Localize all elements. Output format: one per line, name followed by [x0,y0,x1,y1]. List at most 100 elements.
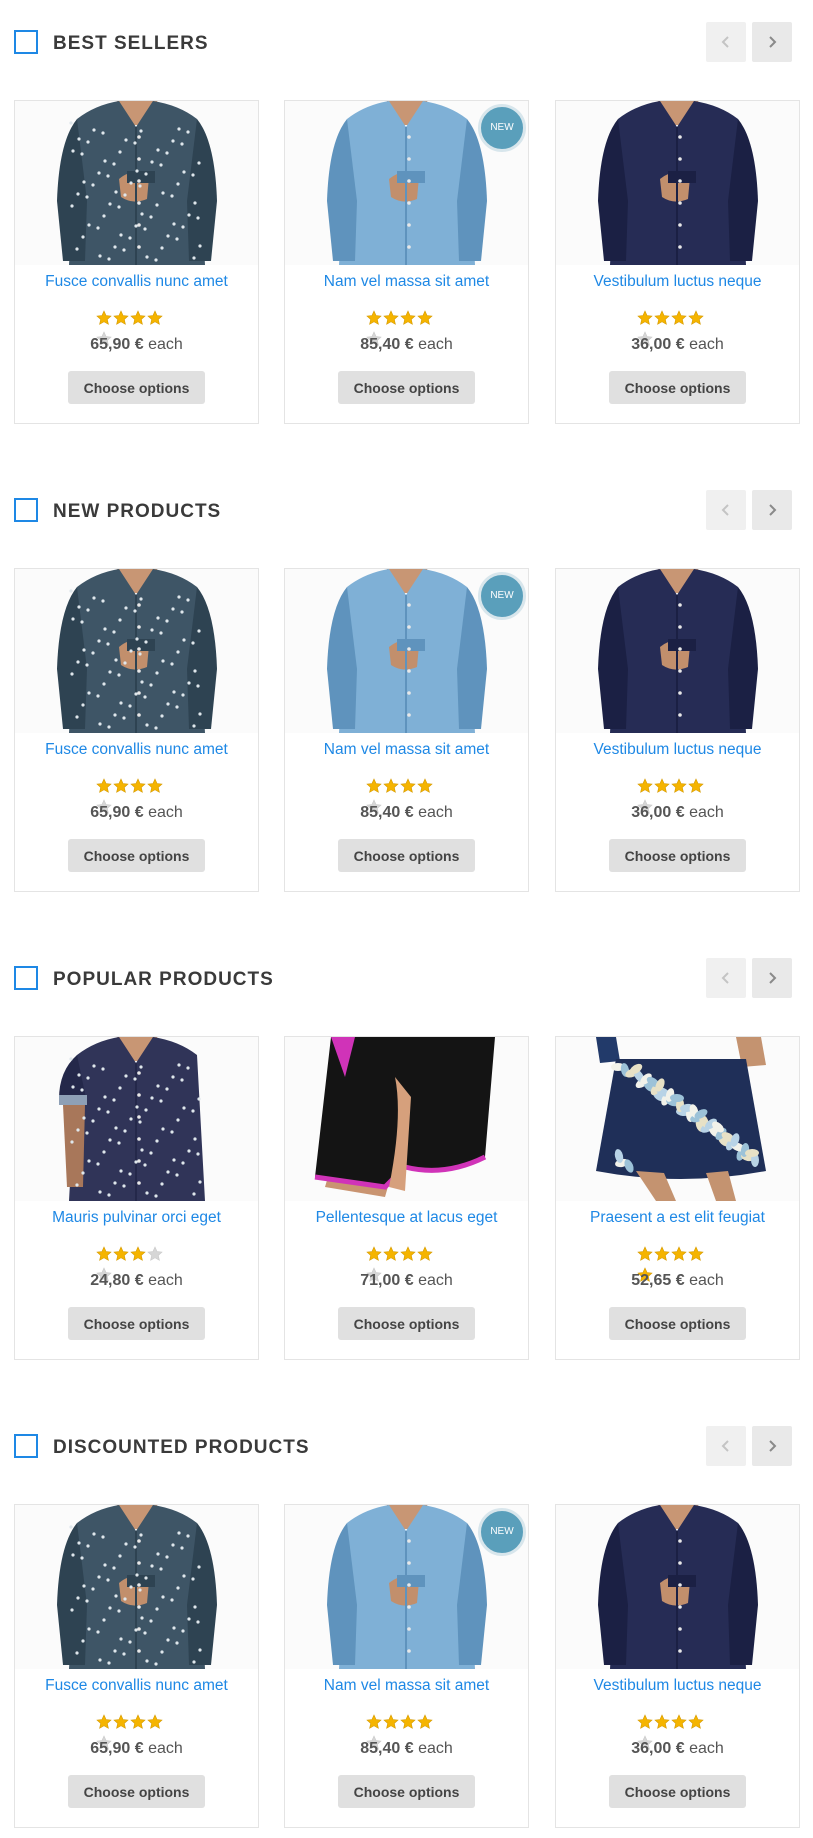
carousel-next-button[interactable] [752,490,792,530]
product-image[interactable] [15,1037,258,1201]
product-rating [96,310,180,346]
star-icon [654,1714,670,1730]
choose-options-button[interactable]: Choose options [338,1307,475,1340]
product-card: Vestibulum luctus neque 36,00 € each Cho… [555,568,800,892]
section-best-sellers: BEST SELLERS Fusce convallis nunc amet 6… [0,0,813,430]
product-name[interactable]: Pellentesque at lacus eget [285,1209,528,1227]
price-unit: each [148,336,183,353]
product-card: Fusce convallis nunc amet 65,90 € each C… [14,568,259,892]
choose-options-button[interactable]: Choose options [68,1307,205,1340]
product-card: Fusce convallis nunc amet 65,90 € each C… [14,100,259,424]
choose-options-button[interactable]: Choose options [338,839,475,872]
section-header: NEW PRODUCTS [14,490,800,534]
star-icon [400,1246,416,1262]
star-icon [113,1246,129,1262]
section-new-products: NEW PRODUCTS Fusce convallis nunc amet 6… [0,468,813,898]
star-icon [654,310,670,326]
new-badge: NEW [478,572,526,620]
price-amount: 36,00 € [631,804,685,821]
carousel-prev-button[interactable] [706,490,746,530]
star-icon [96,1714,112,1730]
product-image[interactable] [556,101,799,265]
black-shorts-illustration [285,1037,528,1201]
carousel-prev-button[interactable] [706,958,746,998]
product-card: Mauris pulvinar orci eget 24,80 € each C… [14,1036,259,1360]
star-icon [417,310,433,326]
section-square-icon [14,30,38,54]
price-amount: 65,90 € [90,804,144,821]
price-unit: each [689,336,724,353]
product-name[interactable]: Nam vel massa sit amet [285,1677,528,1695]
floral-skirt-illustration [556,1037,799,1201]
choose-options-button[interactable]: Choose options [68,1775,205,1808]
section-square-icon [14,1434,38,1458]
section-title: NEW PRODUCTS [53,501,222,522]
product-price: 65,90 € each [15,1740,258,1758]
product-name[interactable]: Nam vel massa sit amet [285,273,528,291]
star-icon [130,1246,146,1262]
choose-options-button[interactable]: Choose options [338,371,475,404]
navy-shirt-illustration [556,101,799,265]
carousel-prev-button[interactable] [706,1426,746,1466]
price-amount: 52,65 € [631,1272,685,1289]
star-icon [383,1714,399,1730]
price-unit: each [148,1740,183,1757]
choose-options-button[interactable]: Choose options [609,1307,746,1340]
chevron-left-icon [721,36,729,48]
product-name[interactable]: Nam vel massa sit amet [285,741,528,759]
product-price: 85,40 € each [285,1740,528,1758]
star-icon [417,778,433,794]
new-badge: NEW [478,1508,526,1556]
product-price: 85,40 € each [285,336,528,354]
carousel-next-button[interactable] [752,958,792,998]
price-unit: each [418,1272,453,1289]
product-name[interactable]: Vestibulum luctus neque [556,1677,799,1695]
product-image[interactable] [15,569,258,733]
price-unit: each [418,804,453,821]
star-icon [383,778,399,794]
product-rating [637,1246,721,1282]
chevron-right-icon [769,1440,777,1452]
product-rating [96,1714,180,1750]
star-icon [637,778,653,794]
section-header: BEST SELLERS [14,22,800,66]
carousel-next-button[interactable] [752,22,792,62]
chevron-left-icon [721,504,729,516]
star-icon [671,310,687,326]
choose-options-button[interactable]: Choose options [609,371,746,404]
product-name[interactable]: Fusce convallis nunc amet [15,1677,258,1695]
product-name[interactable]: Vestibulum luctus neque [556,273,799,291]
product-price: 24,80 € each [15,1272,258,1290]
section-square-icon [14,498,38,522]
choose-options-button[interactable]: Choose options [68,371,205,404]
price-unit: each [418,336,453,353]
star-icon [366,310,382,326]
carousel-next-button[interactable] [752,1426,792,1466]
star-icon [688,778,704,794]
product-image[interactable] [556,1037,799,1201]
choose-options-button[interactable]: Choose options [68,839,205,872]
product-name[interactable]: Fusce convallis nunc amet [15,741,258,759]
carousel-prev-button[interactable] [706,22,746,62]
product-name[interactable]: Vestibulum luctus neque [556,741,799,759]
choose-options-button[interactable]: Choose options [338,1775,475,1808]
product-name[interactable]: Fusce convallis nunc amet [15,273,258,291]
star-icon [96,778,112,794]
product-name[interactable]: Praesent a est elit feugiat [556,1209,799,1227]
product-image[interactable] [15,101,258,265]
product-image[interactable] [556,569,799,733]
star-icon [400,778,416,794]
product-card: Pellentesque at lacus eget 71,00 € each … [284,1036,529,1360]
patterned-shirt-illustration [15,1505,258,1669]
product-image[interactable] [15,1505,258,1669]
choose-options-button[interactable]: Choose options [609,839,746,872]
product-name[interactable]: Mauris pulvinar orci eget [15,1209,258,1227]
star-icon [688,310,704,326]
star-icon [654,1246,670,1262]
choose-options-button[interactable]: Choose options [609,1775,746,1808]
star-icon [671,1714,687,1730]
product-image[interactable] [556,1505,799,1669]
product-image[interactable] [285,1037,528,1201]
patterned-shirt-illustration [15,101,258,265]
navy-shirt-illustration [556,1505,799,1669]
